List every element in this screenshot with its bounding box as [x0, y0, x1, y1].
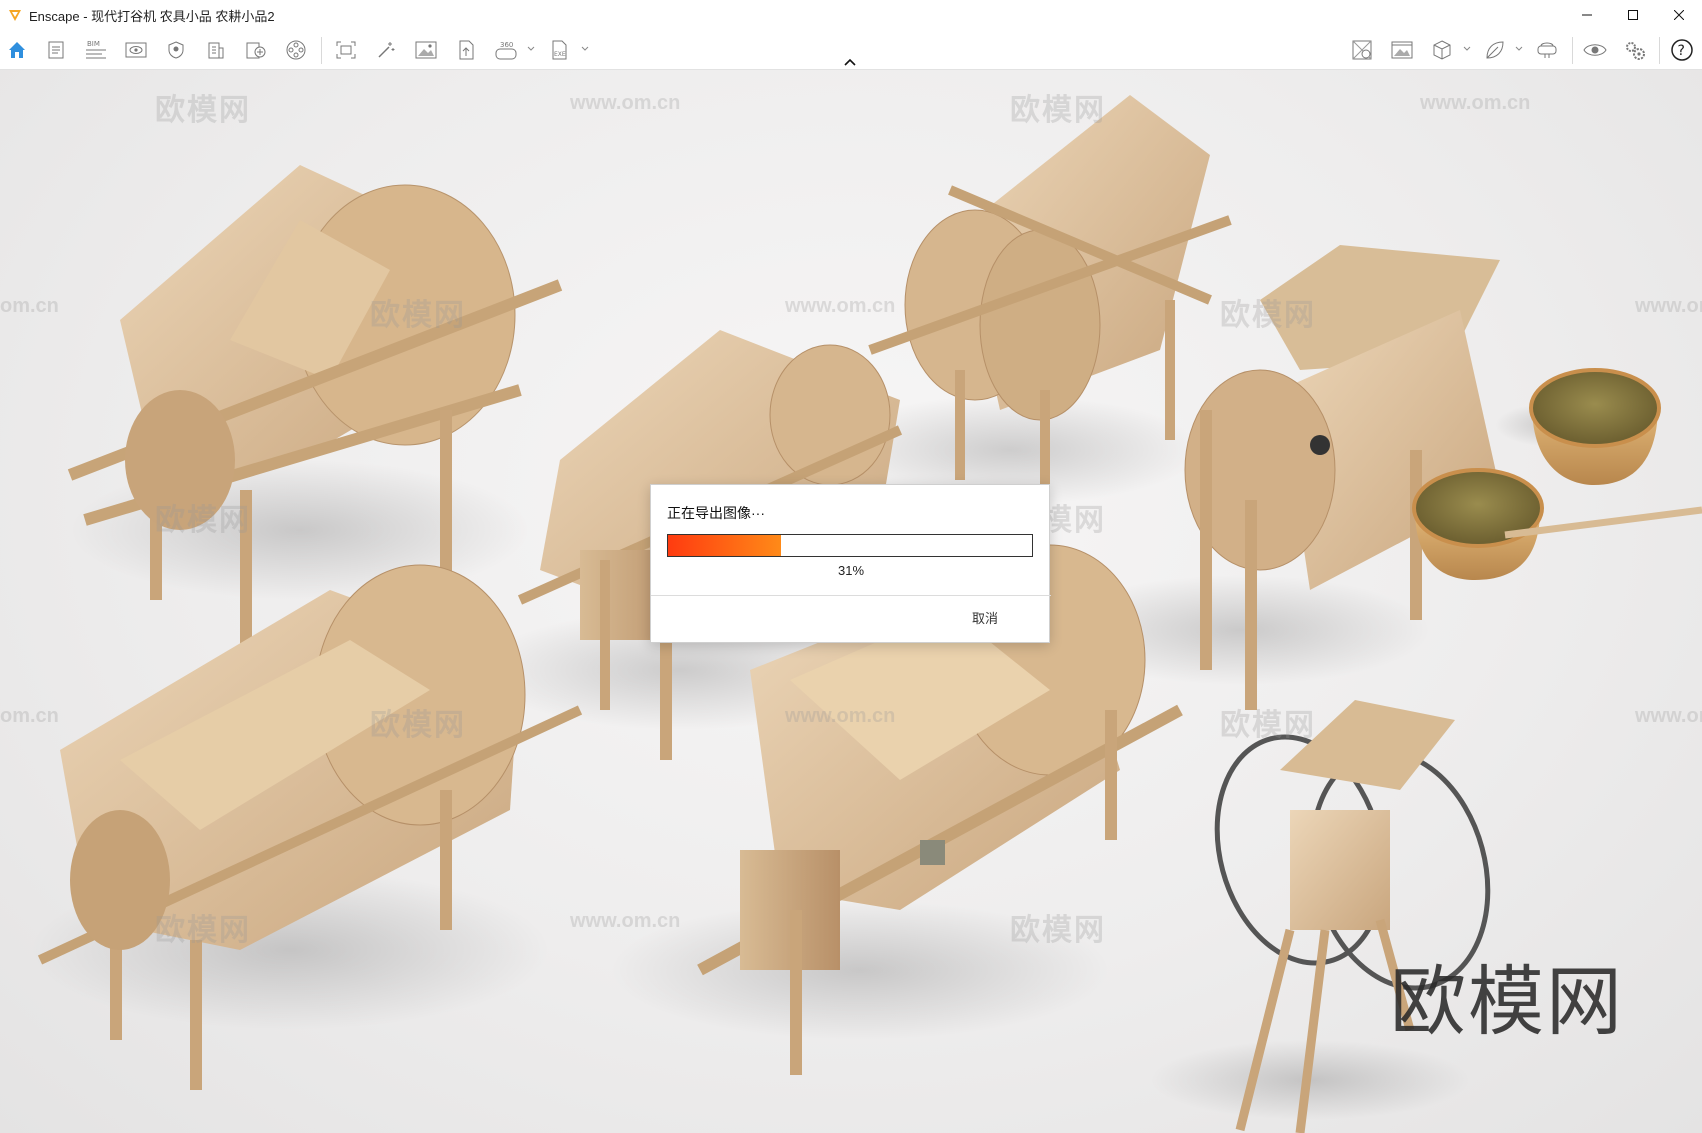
visibility-button[interactable] [1581, 36, 1609, 64]
document-icon [48, 41, 64, 59]
title-bar: Enscape - 现代打谷机 农具小品 农耕小品2 [0, 0, 1702, 30]
chevron-down-icon[interactable] [580, 44, 590, 54]
svg-text:EXE: EXE [554, 51, 566, 58]
leaf-icon [1486, 41, 1504, 59]
watermark-url: www.om.cn [1635, 295, 1702, 317]
video-reel-icon [286, 40, 306, 60]
panorama-upload-icon [459, 40, 474, 60]
chevron-down-icon[interactable] [526, 44, 536, 54]
video-button[interactable] [282, 36, 310, 64]
vr-headset-icon [1537, 42, 1557, 58]
eye-icon [1583, 44, 1607, 56]
chevron-down-icon[interactable] [1462, 44, 1472, 54]
enscape-logo-icon [9, 10, 21, 21]
collapse-toolbar-chevron-icon[interactable] [840, 56, 860, 70]
svg-text:BIM: BIM [87, 40, 100, 48]
dialog-message: 正在导出图像··· [667, 505, 765, 521]
batch-render-icon [1391, 41, 1413, 59]
svg-text:360: 360 [500, 41, 513, 49]
building-button[interactable] [202, 36, 230, 64]
help-button[interactable]: ? [1668, 36, 1696, 64]
wheel-grain-cart [1150, 700, 1491, 1133]
cube-view-icon [1433, 40, 1451, 60]
watermark-logo: 欧模网 [155, 504, 251, 537]
asset-library-button[interactable] [242, 36, 270, 64]
screenshot-icon [336, 41, 356, 59]
watermark-logo: 欧模网 [155, 914, 251, 947]
image-icon [415, 41, 437, 59]
threshing-machine-5 [30, 564, 583, 1090]
view-icon [125, 42, 147, 58]
toolbar-separator [1659, 37, 1660, 64]
close-button[interactable] [1656, 0, 1702, 30]
toolbar-separator [1572, 37, 1573, 64]
shield-button[interactable] [162, 36, 190, 64]
bim-icon: BIM [86, 40, 106, 59]
batch-render-button[interactable] [1388, 36, 1416, 64]
window-title: Enscape - 现代打谷机 农具小品 农耕小品2 [29, 8, 275, 24]
watermark-logo: 欧模网 [370, 299, 466, 332]
material-editor-icon [1352, 40, 1372, 60]
watermark-logo: 欧模网 [1220, 709, 1316, 742]
cancel-button[interactable]: 取消 [972, 608, 998, 627]
dialog-divider [651, 595, 1051, 596]
watermark-url: www.om.cn [785, 705, 896, 727]
watermark-logo: 欧模网 [1010, 94, 1106, 127]
panorama-360-icon: 360 [495, 41, 517, 60]
watermark-url: www.om.cn [570, 92, 681, 114]
watermark-url: om.cn [0, 705, 59, 727]
watermark-url: www.om.cn [1635, 705, 1702, 727]
export-exe-icon: EXE [552, 40, 567, 60]
export-progress-bar [667, 534, 1033, 557]
magic-wand-button[interactable] [372, 36, 400, 64]
vr-headset-button[interactable] [1533, 36, 1561, 64]
export-exe-button[interactable]: EXE [546, 36, 574, 64]
watermark-url: www.om.cn [1420, 92, 1531, 114]
minimize-icon [1582, 14, 1592, 16]
watermark-url: www.om.cn [785, 295, 896, 317]
close-icon [1674, 10, 1684, 20]
panorama-360-button[interactable]: 360 [492, 36, 520, 64]
shield-icon [168, 41, 184, 59]
panorama-upload-button[interactable] [452, 36, 480, 64]
screenshot-button[interactable] [332, 36, 360, 64]
watermark-logo: 欧模网 [155, 94, 251, 127]
building-icon [208, 42, 224, 59]
maximize-button[interactable] [1610, 0, 1656, 30]
image-button[interactable] [412, 36, 440, 64]
view-button[interactable] [122, 36, 150, 64]
material-editor-button[interactable] [1348, 36, 1376, 64]
leaf-button[interactable] [1481, 36, 1509, 64]
maximize-icon [1628, 10, 1638, 20]
document-button[interactable] [42, 36, 70, 64]
progress-percent: 31% [837, 563, 865, 578]
progress-fill [668, 535, 781, 556]
settings-button[interactable] [1621, 36, 1649, 64]
settings-icon [1626, 42, 1645, 60]
bim-button[interactable]: BIM [82, 36, 110, 64]
home-button[interactable] [3, 36, 31, 64]
watermark-logo: 欧模网 [1010, 914, 1106, 947]
cube-view-button[interactable] [1428, 36, 1456, 64]
watermark-logo: 欧模网 [1220, 299, 1316, 332]
magic-wand-icon [378, 42, 395, 58]
minimize-button[interactable] [1564, 0, 1610, 30]
svg-text:?: ? [1678, 43, 1685, 59]
asset-library-icon [246, 42, 266, 59]
toolbar-separator [321, 37, 322, 64]
help-icon: ? [1671, 39, 1693, 61]
watermark-logo: 欧模网 [370, 709, 466, 742]
watermark-url: www.om.cn [570, 910, 681, 932]
chevron-down-icon[interactable] [1514, 44, 1524, 54]
home-icon [9, 42, 25, 58]
watermark-url: om.cn [0, 295, 59, 317]
watermark-large-logo: 欧模网 [1390, 957, 1624, 1046]
